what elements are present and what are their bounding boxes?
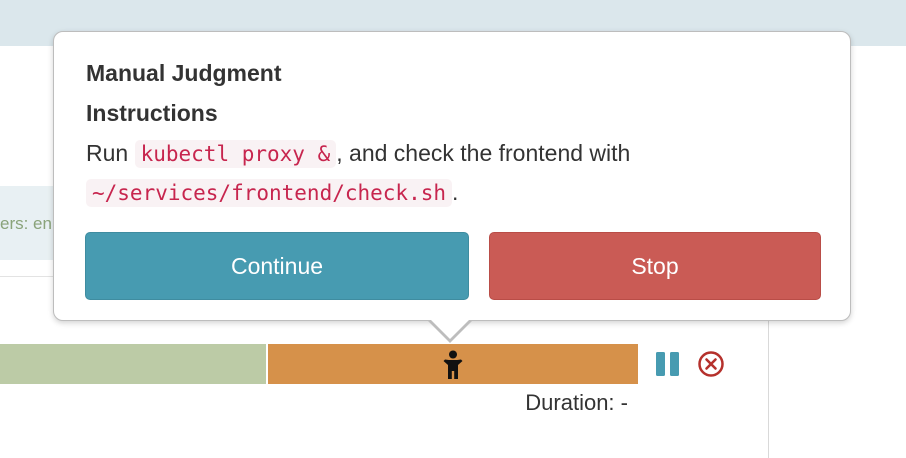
instructions-middle: , and check the frontend with bbox=[336, 140, 631, 166]
popover-subtitle: Instructions bbox=[86, 100, 218, 126]
continue-button[interactable]: Continue bbox=[85, 232, 469, 300]
info-strip-text: ers: en bbox=[0, 214, 52, 233]
command-check-script: ~/services/frontend/check.sh bbox=[86, 179, 453, 207]
popover-arrow-fill bbox=[430, 319, 470, 339]
command-kubectl-proxy: kubectl proxy & bbox=[134, 140, 337, 168]
person-icon bbox=[443, 350, 463, 379]
instructions-suffix: . bbox=[452, 179, 459, 205]
pause-icon[interactable] bbox=[655, 351, 681, 377]
stage-segment-completed[interactable] bbox=[0, 344, 266, 384]
duration-label: Duration: - bbox=[525, 390, 628, 415]
popover-title: Manual Judgment bbox=[86, 60, 282, 86]
instructions-prefix: Run bbox=[86, 140, 135, 166]
cancel-icon[interactable] bbox=[697, 350, 725, 378]
stop-button[interactable]: Stop bbox=[489, 232, 821, 300]
instructions-text: Run kubectl proxy &, and check the front… bbox=[86, 134, 826, 212]
manual-judgment-popover: Manual Judgment Instructions Run kubectl… bbox=[53, 31, 851, 321]
